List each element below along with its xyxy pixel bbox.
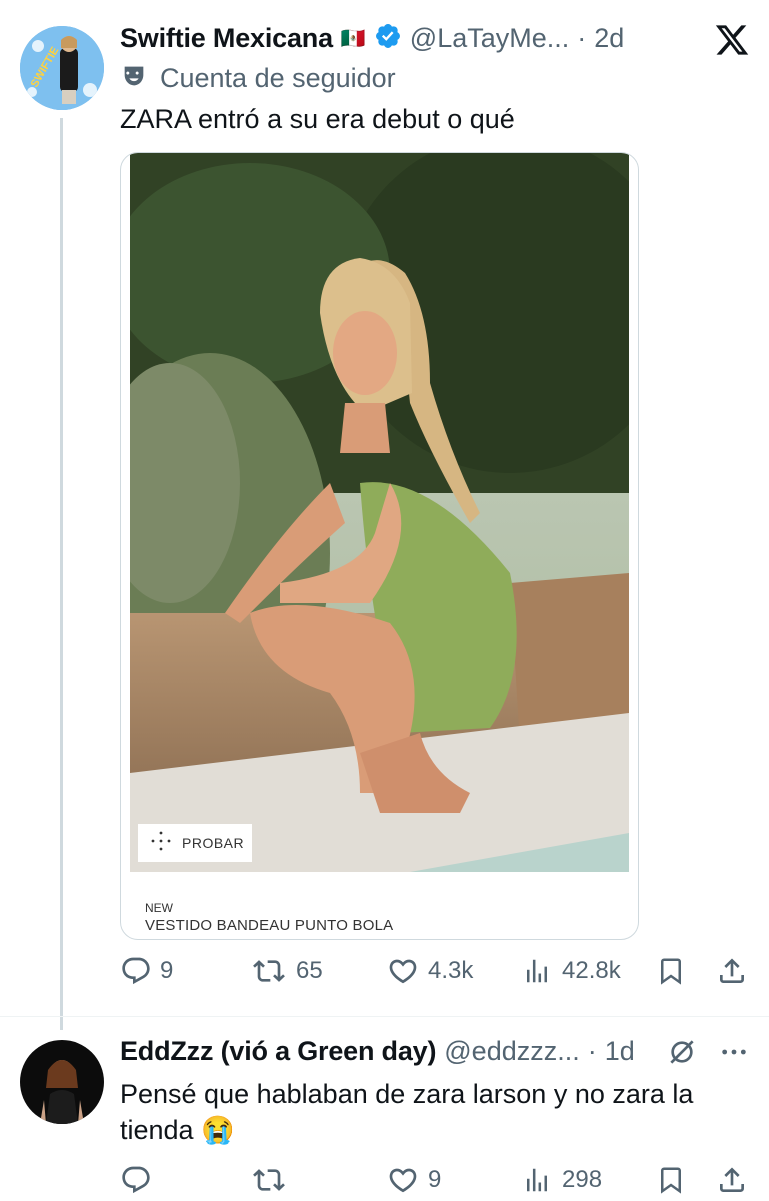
follower-account-badge: Cuenta de seguidor — [120, 62, 396, 95]
reply-icon — [120, 1164, 152, 1196]
retweet-icon — [252, 955, 286, 987]
views-count: 42.8k — [562, 957, 621, 984]
timestamp[interactable]: 2d — [594, 23, 624, 54]
divider — [0, 1016, 769, 1017]
reply-text-line1: Pensé que hablaban de zara larson y no z… — [120, 1079, 694, 1109]
reply-like-button[interactable]: 9 — [386, 1164, 441, 1196]
like-count: 4.3k — [428, 957, 474, 984]
reply-like-count: 9 — [428, 1166, 442, 1193]
reply-icon — [120, 955, 152, 987]
reply-handle[interactable]: @eddzzz... — [444, 1036, 579, 1067]
probar-button[interactable]: PROBAR — [138, 824, 252, 862]
product-tag: NEW — [145, 901, 173, 915]
bookmark-icon[interactable] — [656, 955, 686, 992]
reply-display-name[interactable]: EddZzz (vió a Green day) — [120, 1036, 436, 1067]
avatar-image: SWIFTIE — [20, 26, 104, 110]
reply-text-line2-wrap: tienda 😭 — [120, 1112, 760, 1148]
reply-share-icon[interactable] — [716, 1164, 748, 1201]
reply-bookmark-icon[interactable] — [656, 1164, 686, 1201]
display-name[interactable]: Swiftie Mexicana — [120, 23, 333, 54]
retweet-icon — [252, 1164, 286, 1196]
reply-text: Pensé que hablaban de zara larson y no z… — [120, 1076, 760, 1148]
follower-badge-label: Cuenta de seguidor — [160, 63, 396, 93]
like-button[interactable]: 4.3k — [386, 955, 473, 987]
reply-avatar[interactable] — [20, 1040, 104, 1124]
views-icon — [522, 955, 552, 987]
like-icon — [386, 955, 420, 987]
retweet-button[interactable]: 65 — [252, 955, 323, 987]
theater-mask-icon — [120, 62, 148, 95]
reply-retweet-button[interactable] — [252, 1164, 296, 1196]
avatar[interactable]: SWIFTIE — [20, 26, 104, 110]
product-name: VESTIDO BANDEAU PUNTO BOLA — [145, 917, 394, 934]
tweet-text: ZARA entró a su era debut o qué — [120, 104, 515, 134]
reply-count: 9 — [160, 957, 174, 984]
hidden-slash-icon[interactable] — [666, 1036, 698, 1073]
verified-badge-icon — [374, 22, 402, 55]
views-icon — [522, 1164, 552, 1196]
product-photo — [130, 153, 629, 872]
reply-header: EddZzz (vió a Green day) @eddzzz... · 1d — [120, 1036, 635, 1067]
product-image[interactable]: PROBAR — [130, 153, 629, 872]
reply-text-line2: tienda — [120, 1115, 194, 1145]
probar-label: PROBAR — [182, 835, 245, 851]
tweet-header: Swiftie Mexicana 🇲🇽 @LaTayMe... · 2d — [120, 22, 624, 55]
x-logo-icon[interactable] — [714, 22, 750, 63]
user-handle[interactable]: @LaTayMe... — [410, 23, 569, 54]
reply-avatar-image — [20, 1040, 104, 1124]
reply-button[interactable]: 9 — [120, 955, 173, 987]
separator-dot: · — [577, 23, 587, 53]
flag-emoji: 🇲🇽 — [340, 28, 366, 50]
product-card[interactable]: PROBAR NEW VESTIDO BANDEAU PUNTO BOLA — [120, 152, 639, 940]
retweet-count: 65 — [296, 957, 323, 984]
more-icon[interactable] — [718, 1036, 750, 1073]
thread-line — [60, 118, 63, 1030]
try-on-icon — [150, 830, 172, 857]
like-icon — [386, 1164, 420, 1196]
reply-views-button[interactable]: 298 — [522, 1164, 602, 1196]
crying-emoji: 😭 — [201, 1115, 235, 1145]
reply-separator-dot: · — [587, 1036, 597, 1066]
share-icon[interactable] — [716, 955, 748, 992]
views-button[interactable]: 42.8k — [522, 955, 621, 987]
reply-views-count: 298 — [562, 1166, 603, 1193]
reply-timestamp[interactable]: 1d — [605, 1036, 635, 1067]
reply-reply-button[interactable] — [120, 1164, 160, 1196]
